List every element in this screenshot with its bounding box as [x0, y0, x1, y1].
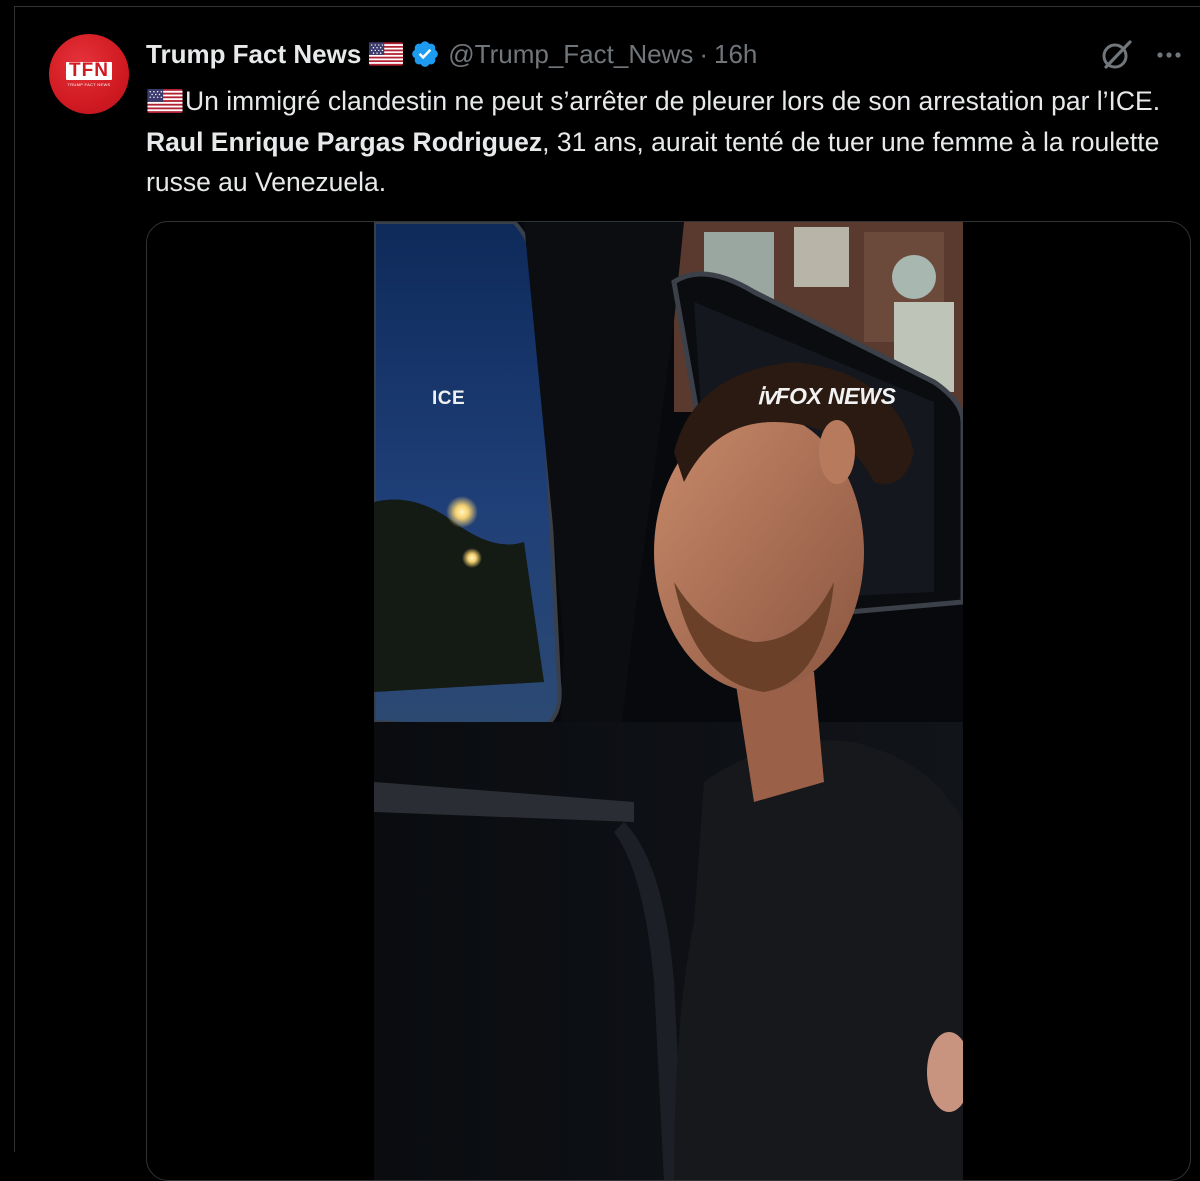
- us-flag-icon: [369, 42, 404, 66]
- avatar[interactable]: TFN TRUMP FACT NEWS: [49, 34, 129, 114]
- tweet-text-bold-name: Raul Enrique Pargas Rodriguez: [146, 126, 543, 157]
- verified-badge-icon[interactable]: [410, 39, 440, 69]
- media-container[interactable]: ICE ⅳFOX NEWS: [146, 221, 1191, 1181]
- tweet-text: Un immigré clandestin ne peut s’arrêter …: [146, 81, 1186, 203]
- tweet-text-part1: Un immigré clandestin ne peut s’arrêter …: [185, 86, 1161, 116]
- fox-news-label: FOX NEWS: [775, 383, 896, 409]
- tweet-actions: [1090, 39, 1200, 71]
- tweet-header: Trump Fact News @Trump_Fact_News · 16h: [146, 37, 757, 71]
- more-options-icon[interactable]: [1154, 40, 1184, 70]
- timestamp[interactable]: 16h: [714, 39, 757, 70]
- overlay-fox-news-watermark: ⅳFOX NEWS: [757, 383, 896, 410]
- fox-slash-icon: ⅳ: [757, 383, 776, 409]
- video-player[interactable]: ICE ⅳFOX NEWS: [374, 222, 963, 1180]
- display-name[interactable]: Trump Fact News: [146, 39, 361, 70]
- separator-dot: ·: [699, 38, 708, 69]
- tweet[interactable]: TFN TRUMP FACT NEWS Trump Fact News @Tru…: [15, 7, 1200, 1181]
- handle[interactable]: @Trump_Fact_News: [448, 39, 693, 70]
- avatar-logo-subtext: TRUMP FACT NEWS: [67, 81, 111, 87]
- video-frame: [374, 222, 963, 1180]
- avatar-logo-text: TFN: [66, 61, 112, 80]
- overlay-ice-label: ICE: [432, 388, 466, 409]
- grok-icon[interactable]: [1100, 38, 1134, 72]
- timeline-column: TFN TRUMP FACT NEWS Trump Fact News @Tru…: [14, 6, 1200, 1181]
- us-flag-icon: [147, 89, 183, 113]
